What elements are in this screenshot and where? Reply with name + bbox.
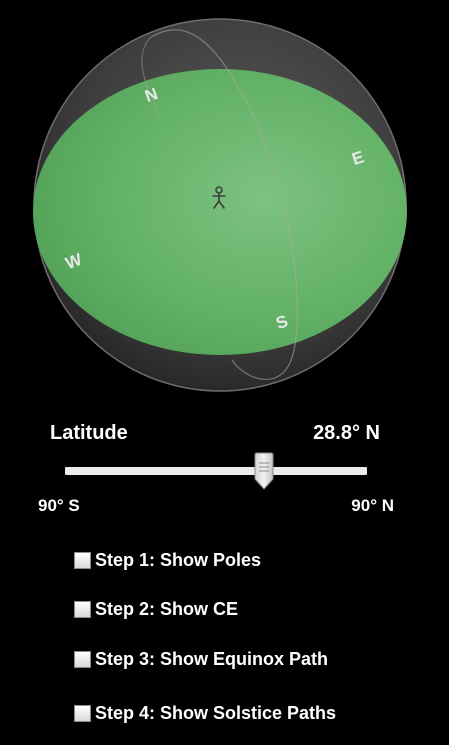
step-1-toggle[interactable]: Step 1: Show Poles [74,548,261,572]
slider-thumb[interactable] [253,452,275,490]
step-1-checkbox[interactable] [74,551,91,569]
latitude-range: 90° S 90° N [38,496,394,518]
step-4-toggle[interactable]: Step 4: Show Solstice Paths [74,701,336,725]
latitude-row: Latitude 28.8° N [50,422,380,448]
step-4-checkbox[interactable] [74,704,91,722]
slider-track[interactable] [65,467,367,475]
step-2-checkbox[interactable] [74,600,91,618]
step-1-label[interactable]: Step 1: Show Poles [95,550,261,571]
step-3-toggle[interactable]: Step 3: Show Equinox Path [74,647,328,671]
latitude-title: Latitude [50,422,128,444]
step-3-label[interactable]: Step 3: Show Equinox Path [95,649,328,670]
latitude-value: 28.8° N [313,422,380,444]
step-4-label[interactable]: Step 4: Show Solstice Paths [95,703,336,724]
latitude-slider[interactable] [65,452,367,492]
range-max-label: 90° N [351,496,394,515]
celestial-sphere[interactable]: N E S W [0,0,449,400]
step-2-toggle[interactable]: Step 2: Show CE [74,597,238,621]
step-2-label[interactable]: Step 2: Show CE [95,599,238,620]
range-min-label: 90° S [38,496,80,515]
step-3-checkbox[interactable] [74,650,91,668]
horizon-plane [33,69,407,355]
